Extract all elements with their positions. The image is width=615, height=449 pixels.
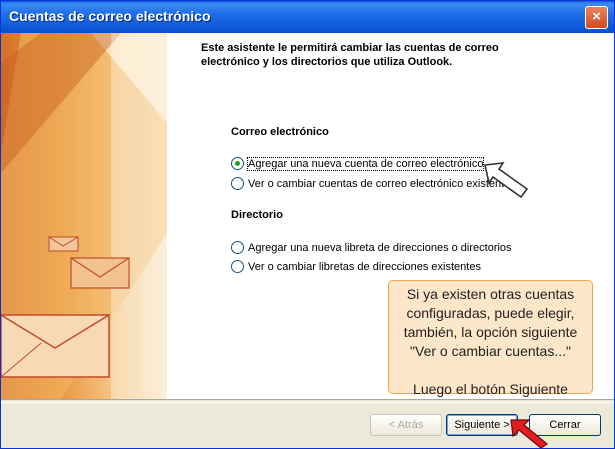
radio-button-selected[interactable] bbox=[231, 157, 244, 170]
callout-text: Si ya existen otras cuentas configuradas… bbox=[403, 286, 578, 397]
radio-label[interactable]: Agregar una nueva libreta de direcciones… bbox=[248, 242, 512, 254]
callout-note: Si ya existen otras cuentas configuradas… bbox=[388, 280, 593, 397]
medium-envelope-icon bbox=[70, 257, 130, 289]
envelope-illustration bbox=[1, 33, 167, 399]
intro-text: Este asistente le permitirá cambiar las … bbox=[201, 42, 499, 68]
envelope-side-art bbox=[1, 33, 167, 399]
close-window-button[interactable]: × bbox=[585, 6, 608, 29]
radio-label[interactable]: Ver o cambiar libretas de direcciones ex… bbox=[248, 261, 481, 273]
radio-view-directories[interactable]: Ver o cambiar libretas de direcciones ex… bbox=[231, 260, 481, 273]
directory-section-title: Directorio bbox=[231, 209, 283, 221]
window-title: Cuentas de correo electrónico bbox=[9, 8, 211, 24]
radio-button[interactable] bbox=[231, 177, 244, 190]
radio-button[interactable] bbox=[231, 260, 244, 273]
radio-view-email-accounts[interactable]: Ver o cambiar cuentas de correo electrón… bbox=[231, 177, 516, 190]
radio-add-directory[interactable]: Agregar una nueva libreta de direcciones… bbox=[231, 241, 512, 254]
radio-label[interactable]: Agregar una nueva cuenta de correo elect… bbox=[246, 156, 485, 171]
email-section-title: Correo electrónico bbox=[231, 126, 329, 138]
red-pointer-arrow-icon bbox=[510, 419, 549, 448]
small-envelope-icon bbox=[48, 236, 79, 252]
radio-add-email-account[interactable]: Agregar una nueva cuenta de correo elect… bbox=[231, 156, 485, 171]
pointer-arrow-icon bbox=[484, 162, 529, 199]
radio-label[interactable]: Ver o cambiar cuentas de correo electrón… bbox=[248, 178, 516, 190]
back-button[interactable]: < Atrás bbox=[370, 414, 442, 436]
title-bar[interactable]: Cuentas de correo electrónico × bbox=[1, 1, 614, 33]
dialog-window: Cuentas de correo electrónico × Este asi… bbox=[0, 0, 615, 449]
button-divider bbox=[1, 399, 614, 403]
large-envelope-icon bbox=[1, 314, 110, 378]
radio-button[interactable] bbox=[231, 241, 244, 254]
